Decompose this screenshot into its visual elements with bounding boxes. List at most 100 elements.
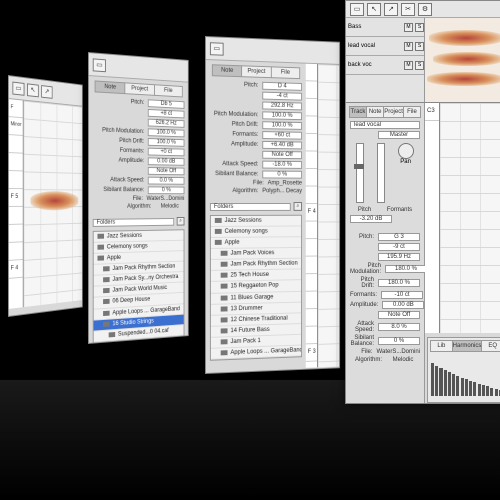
parameter-value[interactable]: 0.00 dB (382, 301, 424, 309)
parameter-value[interactable]: Note Off (148, 167, 185, 175)
search-icon[interactable]: ⌕ (294, 202, 302, 211)
harmonic-bar[interactable] (431, 363, 434, 396)
parameter-value[interactable]: 180.0 % (378, 279, 420, 287)
harmonic-bar[interactable] (490, 388, 493, 396)
harmonic-bar[interactable] (448, 372, 451, 396)
harmonic-bar[interactable] (444, 370, 447, 396)
pan-knob[interactable] (398, 143, 414, 159)
parameter-value[interactable]: 626.2 Hz (148, 119, 185, 128)
harmonic-bar[interactable] (486, 386, 489, 396)
parameter-value[interactable]: 100.0 % (262, 121, 302, 130)
formants-label: Formants (387, 207, 412, 213)
parameter-value[interactable]: 292.8 Hz (262, 102, 302, 111)
sidebar-toggle-icon[interactable]: ▭ (350, 3, 364, 16)
track-overview[interactable] (425, 18, 500, 102)
parameter-value[interactable]: +60 ct (262, 131, 302, 140)
tree-item[interactable]: Celemony songs (211, 227, 301, 239)
parameter-value[interactable]: 195.9 Hz (378, 253, 420, 261)
harmonics-bars[interactable] (431, 354, 500, 396)
browser-folder-select[interactable]: Folders (93, 218, 174, 227)
level-fader[interactable] (356, 143, 364, 203)
track-row[interactable]: back voc M S (346, 56, 424, 75)
harmonic-bar[interactable] (473, 382, 476, 396)
parameter-value[interactable]: 100.0 % (262, 111, 302, 120)
pointer-tool-icon[interactable]: ↖ (367, 3, 381, 16)
parameter-value[interactable]: +0 ct (148, 148, 185, 157)
parameter-value[interactable]: 100.0 % (148, 138, 185, 147)
solo-button[interactable]: S (415, 61, 424, 70)
folder-icon (103, 299, 110, 304)
tab-file[interactable]: File (155, 85, 182, 96)
parameter-value[interactable]: G 3 (378, 233, 420, 241)
harmonic-bar[interactable] (439, 368, 442, 396)
scissors-icon[interactable]: ✂ (401, 3, 415, 16)
tab-file[interactable]: File (404, 107, 420, 117)
parameter-value[interactable]: 8.0 % (378, 323, 420, 331)
tree-item[interactable]: Jazz Sessions (211, 216, 301, 227)
sidebar-toggle-icon[interactable]: ▭ (210, 42, 224, 56)
track-name-field[interactable]: lead vocal (350, 121, 420, 129)
harmonic-bar[interactable] (465, 379, 468, 396)
pitch-tool-icon[interactable]: ↗ (41, 85, 52, 99)
parameter-value[interactable]: 0 % (262, 171, 302, 179)
parameter-value[interactable]: -18.0 % (262, 161, 302, 169)
parameter-value[interactable]: D 4 (262, 82, 302, 91)
harmonic-bar[interactable] (452, 374, 455, 396)
harmonic-bar[interactable] (461, 378, 464, 396)
tab-note[interactable]: Note (213, 65, 243, 76)
solo-button[interactable]: S (415, 23, 424, 32)
mute-button[interactable]: M (404, 23, 413, 32)
track-row[interactable]: lead vocal M S (346, 37, 424, 56)
tree-item[interactable]: Apple Loops ... GarageBand (211, 345, 301, 359)
track-row[interactable]: Bass M S (346, 18, 424, 37)
tab-project[interactable]: Project (126, 83, 155, 94)
harmonic-bar[interactable] (456, 376, 459, 396)
browser-folder-select[interactable]: Folders (210, 203, 291, 211)
sidebar-toggle-icon[interactable]: ▭ (12, 81, 24, 95)
parameter-value[interactable]: -4 ct (262, 92, 302, 101)
tab-lib[interactable]: Lib (431, 341, 453, 351)
parameter-row: -4 ct (210, 90, 302, 100)
tab-note[interactable]: Note (96, 81, 126, 93)
mute-button[interactable]: M (404, 61, 413, 70)
mute-button[interactable]: M (404, 42, 413, 51)
parameter-value[interactable]: -10 ct (381, 291, 423, 299)
note-grid[interactable] (318, 64, 340, 367)
parameter-value[interactable]: +8 ct (148, 109, 185, 118)
tab-track[interactable]: Track (350, 107, 367, 117)
parameter-value[interactable]: Note Off (262, 151, 302, 159)
solo-button[interactable]: S (415, 42, 424, 51)
inspector-tabs: Note Project File (212, 64, 300, 79)
gear-icon[interactable]: ⚙ (418, 3, 432, 16)
tab-project[interactable]: Project (242, 66, 271, 77)
parameter-value[interactable]: 0.0 % (148, 177, 185, 185)
search-icon[interactable]: ⌕ (177, 217, 185, 226)
parameter-value[interactable]: +6.40 dB (262, 141, 302, 149)
parameter-value[interactable]: 180.0 % (385, 265, 427, 273)
pitch-tool-icon[interactable]: ↗ (384, 3, 398, 16)
parameter-value[interactable]: 0 % (378, 337, 420, 345)
tab-project[interactable]: Project (384, 107, 404, 117)
harmonic-bar[interactable] (495, 389, 498, 396)
harmonic-bar[interactable] (469, 381, 472, 396)
parameter-value[interactable]: Note Off (378, 311, 420, 319)
tab-harmonics[interactable]: Harmonics (453, 341, 483, 351)
harmonic-bar[interactable] (482, 385, 485, 396)
note-blob[interactable] (30, 191, 78, 211)
pointer-tool-icon[interactable]: ↖ (27, 83, 39, 97)
tab-note[interactable]: Note (367, 107, 384, 117)
sidebar-toggle-icon[interactable]: ▭ (93, 58, 106, 72)
tab-eq[interactable]: EQ (482, 341, 500, 351)
parameter-value[interactable]: 0 % (148, 186, 185, 194)
level-value[interactable]: -3.20 dB (350, 215, 392, 223)
parameter-value[interactable]: 100.0 % (148, 128, 185, 137)
note-grid[interactable] (440, 103, 500, 333)
parameter-value[interactable]: -9 ct (378, 243, 420, 251)
output-select[interactable]: Master (378, 131, 420, 139)
tree-item-label: Apple (225, 240, 240, 246)
parameter-value[interactable]: 0.00 dB (148, 157, 185, 165)
parameter-value[interactable]: Db 5 (148, 99, 185, 109)
tab-file[interactable]: File (271, 67, 299, 78)
harmonic-bar[interactable] (435, 366, 438, 396)
harmonic-bar[interactable] (478, 384, 481, 396)
